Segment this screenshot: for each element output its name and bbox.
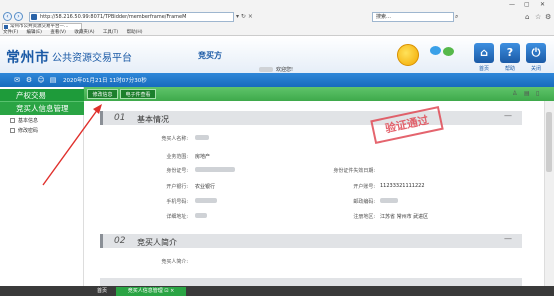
field-label: 详细地址: bbox=[166, 214, 188, 220]
menu-file[interactable]: 文件(F) bbox=[3, 30, 18, 35]
home-label[interactable]: 首页 bbox=[474, 65, 494, 72]
bottom-tabbar bbox=[0, 286, 554, 296]
address-value bbox=[195, 213, 207, 218]
collapse-icon[interactable]: — bbox=[504, 111, 512, 120]
close-window-icon[interactable]: ✕ bbox=[540, 1, 545, 8]
field-label: 业务范围: bbox=[166, 154, 188, 160]
minimize-icon[interactable]: — bbox=[509, 1, 515, 8]
role-title: 竞买方 bbox=[198, 51, 222, 60]
field-label: 开户银行: bbox=[166, 184, 188, 190]
field-label: 手机号码: bbox=[166, 199, 188, 205]
export-icon[interactable]: ▯ bbox=[536, 90, 539, 97]
account-number-value: 11233321111222 bbox=[380, 183, 425, 189]
maximize-icon[interactable]: ▢ bbox=[524, 1, 530, 8]
field-label: 邮政编码: bbox=[353, 199, 375, 205]
section-title: 竞买人简介 bbox=[137, 238, 177, 247]
section-number: 01 bbox=[114, 113, 126, 123]
field-label: 身份证号: bbox=[166, 168, 188, 174]
tab-favicon-icon bbox=[4, 25, 8, 29]
chat-bubble-icon[interactable] bbox=[430, 46, 441, 55]
collapse-icon[interactable]: — bbox=[504, 234, 512, 243]
forward-icon[interactable]: › bbox=[14, 12, 23, 21]
annotation-arrow bbox=[42, 104, 102, 186]
print-icon[interactable]: ▤ bbox=[524, 90, 530, 97]
menu-favorites[interactable]: 收藏夹(A) bbox=[74, 30, 94, 35]
field-label: 竞买人简介: bbox=[161, 259, 188, 265]
field-label: 开户账号: bbox=[353, 184, 375, 190]
people-icon[interactable]: ☺ bbox=[37, 76, 45, 84]
settings-icon[interactable]: ⚙ bbox=[545, 13, 551, 21]
star-icon[interactable]: ☆ bbox=[535, 13, 541, 21]
chat-icon[interactable]: ✉ bbox=[13, 76, 21, 84]
logo-platform: 公共资源交易平台 bbox=[52, 53, 132, 64]
username-redacted bbox=[259, 67, 273, 72]
scrollbar-thumb[interactable] bbox=[546, 112, 552, 172]
help-label[interactable]: 帮助 bbox=[500, 65, 520, 72]
section-next-header bbox=[100, 278, 522, 286]
business-scope-value: 房地产 bbox=[195, 154, 211, 160]
region-value: 江苏省 常州市 武进区 bbox=[380, 214, 429, 220]
chat-bubble-green-icon[interactable] bbox=[443, 47, 454, 56]
field-label: 竞买人名称: bbox=[161, 136, 188, 142]
power-icon[interactable]: ⏻ bbox=[526, 43, 546, 63]
menu-view[interactable]: 查看(V) bbox=[50, 30, 66, 35]
sidebar-item-label: 基本信息 bbox=[18, 118, 39, 124]
address-bar[interactable]: http://58.216.50.99:8071/TPBidder/member… bbox=[29, 12, 234, 22]
menu-tools[interactable]: 工具(T) bbox=[103, 30, 118, 35]
section-number: 02 bbox=[114, 236, 126, 246]
address-actions[interactable]: ▾ ↻ × bbox=[236, 13, 253, 20]
gear-icon[interactable]: ⚙ bbox=[25, 76, 33, 84]
view-documents-button[interactable]: 电子件查看 bbox=[120, 89, 156, 99]
close-label[interactable]: 关闭 bbox=[526, 65, 546, 72]
edit-info-button[interactable]: 修改信息 bbox=[87, 89, 118, 99]
logo-city: 常州市 bbox=[6, 50, 50, 66]
doc-icon bbox=[10, 118, 15, 123]
bidder-name-value bbox=[195, 135, 209, 140]
postal-code-value bbox=[380, 198, 398, 203]
field-label: 注册地区: bbox=[353, 214, 375, 220]
id-number-value bbox=[195, 167, 235, 172]
bottom-tab-home[interactable]: 首页 bbox=[90, 287, 114, 296]
browser-tab[interactable]: 常州市公共资源交易平台—… bbox=[2, 23, 82, 30]
bank-value: 农业银行 bbox=[195, 184, 216, 190]
search-input[interactable]: 搜索… bbox=[372, 12, 454, 22]
menu-help[interactable]: 帮助(H) bbox=[127, 30, 143, 35]
sidebar-item-change-password[interactable]: 修改密码 bbox=[10, 128, 38, 135]
sidebar-item-label: 修改密码 bbox=[18, 128, 39, 134]
search-icon[interactable]: ⌕ bbox=[455, 13, 458, 21]
help-icon[interactable]: ? bbox=[500, 43, 520, 63]
home-browser-icon[interactable]: ⌂ bbox=[525, 13, 529, 21]
bottom-tab-bidder-info[interactable]: 竞买人信息管理 ⊡ × bbox=[116, 287, 186, 296]
sidebar-item-basic-info[interactable]: 基本信息 bbox=[10, 118, 38, 125]
page-icon bbox=[31, 14, 37, 20]
section-title: 基本情况 bbox=[137, 115, 169, 124]
person-icon[interactable]: ♙ bbox=[512, 90, 517, 97]
datetime: 2020年01月21日 11时07分30秒 bbox=[63, 78, 147, 84]
doc-icon bbox=[10, 128, 15, 133]
welcome-text: 欢迎您! bbox=[276, 67, 294, 73]
phone-value bbox=[195, 198, 217, 203]
printer-icon[interactable]: ▤ bbox=[49, 76, 57, 84]
menu-edit[interactable]: 编辑(E) bbox=[27, 30, 42, 35]
field-label: 身份证件失效日期: bbox=[333, 168, 375, 174]
home-icon[interactable]: ⌂ bbox=[474, 43, 494, 63]
back-icon[interactable]: ‹ bbox=[3, 12, 12, 21]
mascot-icon bbox=[397, 44, 419, 66]
